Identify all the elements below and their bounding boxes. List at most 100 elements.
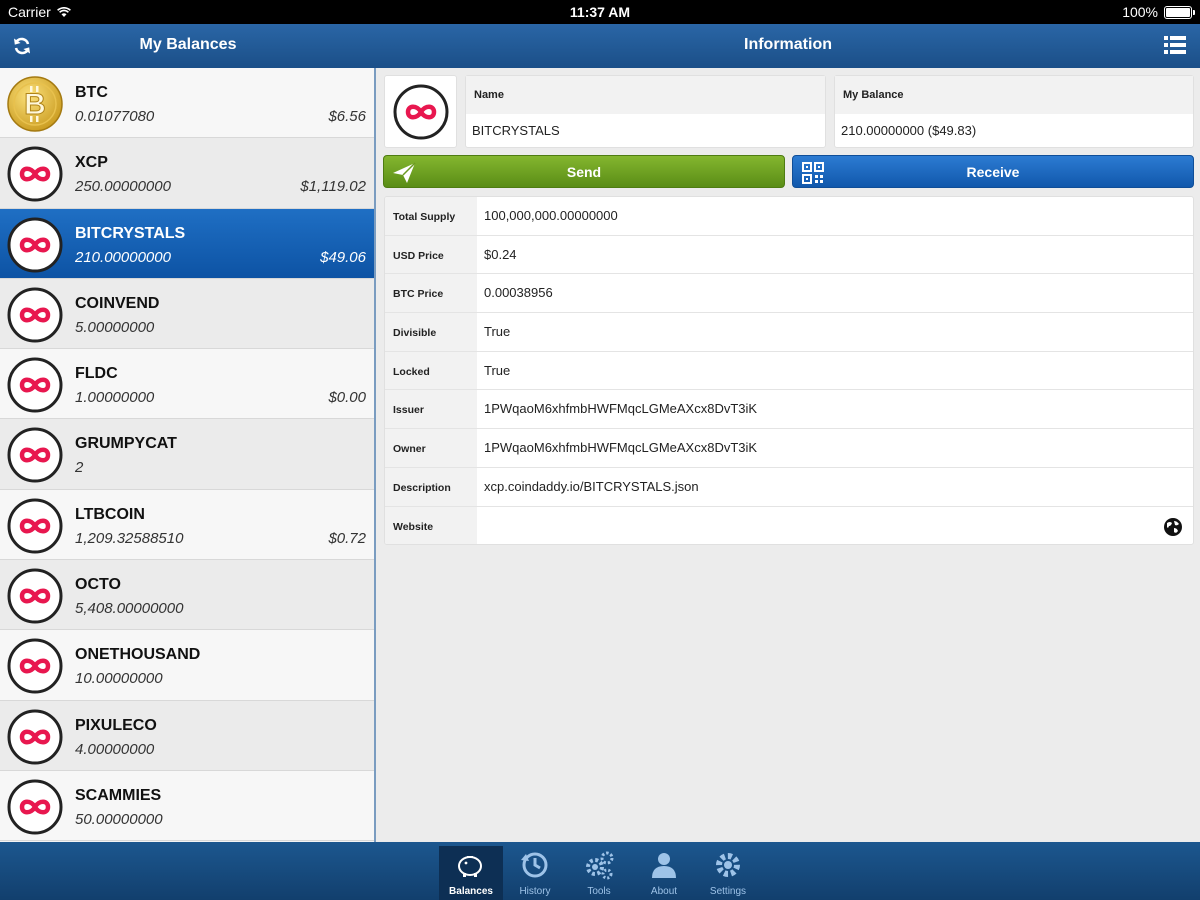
- info-key: Owner: [385, 429, 477, 467]
- asset-info-table: Total Supply 100,000,000.00000000 USD Pric…: [384, 196, 1194, 545]
- person-icon: [652, 853, 676, 878]
- my-balance-field: My Balance 210.00000000 ($49.83): [834, 75, 1194, 148]
- info-key: Issuer: [385, 390, 477, 429]
- counterparty-icon: [7, 357, 63, 413]
- info-value: 1PWqaoM6xhfmbHWFMqcLGMeAXcx8DvT3iK: [484, 440, 758, 456]
- balance-row[interactable]: OCTO 5,408.00000000: [0, 560, 374, 631]
- tab-label: Settings: [709, 886, 747, 897]
- asset-usd-value: $1,119.02: [300, 178, 366, 196]
- piggy-bank-icon: [458, 856, 482, 877]
- info-key: Description: [385, 467, 477, 506]
- globe-icon[interactable]: [1163, 517, 1183, 537]
- info-value: True: [484, 324, 511, 340]
- tab-about[interactable]: About: [632, 846, 696, 900]
- info-row: USD Price $0.24: [385, 235, 1193, 275]
- my-balance-label: My Balance: [835, 76, 1193, 114]
- send-button[interactable]: Send: [383, 155, 785, 188]
- info-key: Locked: [385, 351, 477, 390]
- battery-icon: [1164, 5, 1195, 19]
- receive-button[interactable]: Receive: [792, 155, 1194, 188]
- info-key: Website: [385, 506, 477, 544]
- asset-quantity: 2: [75, 459, 84, 477]
- asset-symbol: GRUMPYCAT: [75, 435, 177, 453]
- status-bar: Carrier 11:37 AM 100%: [0, 0, 1200, 24]
- bitcoin-icon: B: [7, 76, 63, 132]
- balance-row[interactable]: LTBCOIN 1,209.32588510 $0.72: [0, 489, 374, 561]
- tab-balances[interactable]: Balances: [439, 846, 503, 900]
- asset-symbol: BITCRYSTALS: [75, 224, 186, 242]
- asset-symbol: LTBCOIN: [75, 505, 145, 523]
- asset-quantity: 1,209.32588510: [75, 529, 184, 547]
- counterparty-icon: [393, 84, 449, 140]
- asset-symbol: BTC: [75, 84, 108, 101]
- balance-row[interactable]: XCP 250.00000000 $1,119.02: [0, 138, 374, 209]
- name-field: Name BITCRYSTALS: [465, 75, 826, 148]
- info-value: xcp.coindaddy.io/BITCRYSTALS.json: [484, 478, 699, 494]
- asset-symbol: ONETHOUSAND: [75, 646, 201, 664]
- asset-quantity: 0.01077080: [75, 108, 155, 125]
- info-value: 0.00038956: [484, 285, 553, 301]
- balances-nav-bar: My Balances: [0, 24, 376, 68]
- asset-quantity: 50.00000000: [75, 810, 163, 828]
- balance-row[interactable]: BITCRYSTALS 210.00000000 $49.06: [0, 208, 374, 279]
- asset-quantity: 4.00000000: [75, 740, 155, 758]
- info-row: Website: [385, 506, 1193, 544]
- send-label: Send: [566, 163, 602, 180]
- my-balance-value: 210.00000000 ($49.83): [841, 123, 977, 138]
- balance-row[interactable]: COINVEND 5.00000000: [0, 278, 374, 350]
- asset-quantity: 10.00000000: [75, 670, 163, 688]
- battery-percent: 100%: [1122, 4, 1158, 20]
- paper-plane-icon: [393, 162, 416, 183]
- gear-icon: [716, 853, 740, 877]
- counterparty-icon: [7, 638, 63, 694]
- tab-settings[interactable]: Settings: [696, 846, 760, 900]
- asset-quantity: 1.00000000: [75, 389, 155, 407]
- list-menu-button[interactable]: [1164, 35, 1188, 57]
- asset-symbol: PIXULECO: [75, 716, 157, 734]
- balance-row[interactable]: FLDC 1.00000000 $0.00: [0, 349, 374, 420]
- counterparty-icon: [7, 217, 63, 273]
- name-value: BITCRYSTALS: [472, 123, 560, 138]
- asset-logo-card: [384, 75, 457, 148]
- asset-symbol: COINVEND: [75, 294, 160, 312]
- svg-text:B: B: [24, 88, 46, 121]
- asset-symbol: SCAMMIES: [75, 786, 162, 804]
- info-row: Total Supply 100,000,000.00000000: [385, 197, 1193, 236]
- tab-label: About: [650, 886, 678, 897]
- info-row: BTC Price 0.00038956: [385, 274, 1193, 314]
- balance-row[interactable]: PIXULECO 4.00000000: [0, 700, 374, 771]
- tab-history[interactable]: History: [503, 846, 567, 900]
- info-key: BTC Price: [385, 274, 477, 313]
- tab-bar: Balances History Tools About Settings: [0, 842, 1200, 900]
- info-row: Description xcp.coindaddy.io/BITCRYSTALS.…: [385, 467, 1193, 507]
- name-label: Name: [466, 76, 825, 114]
- info-value: True: [484, 362, 511, 378]
- qr-code-icon: [802, 162, 824, 184]
- information-nav-bar: Information: [376, 24, 1200, 68]
- info-row: Divisible True: [385, 313, 1193, 352]
- asset-usd-value: $49.06: [320, 248, 366, 266]
- counterparty-icon: [7, 427, 63, 483]
- information-title: Information: [744, 36, 832, 53]
- tab-label: Tools: [587, 886, 611, 897]
- asset-symbol: OCTO: [75, 576, 121, 594]
- asset-usd-value: $0.00: [328, 389, 366, 407]
- counterparty-icon: [7, 498, 63, 554]
- counterparty-icon: [7, 287, 63, 343]
- history-icon: [521, 852, 548, 878]
- balance-row[interactable]: ONETHOUSAND 10.00000000: [0, 630, 374, 701]
- balance-list: B BTC 0.01077080 $6.56 XCP 250.00000000 $1,119…: [0, 68, 376, 842]
- asset-quantity: 5.00000000: [75, 318, 155, 336]
- info-value: $0.24: [484, 246, 517, 262]
- balance-row[interactable]: B BTC 0.01077080 $6.56: [0, 68, 374, 139]
- tab-label: History: [519, 886, 551, 897]
- tab-tools[interactable]: Tools: [567, 846, 631, 900]
- balance-row[interactable]: SCAMMIES 50.00000000: [0, 770, 374, 842]
- balance-row[interactable]: GRUMPYCAT 2: [0, 419, 374, 490]
- clock: 11:37 AM: [569, 4, 631, 20]
- balances-title: My Balances: [139, 36, 237, 53]
- info-row: Owner 1PWqaoM6xhfmbHWFMqcLGMeAXcx8DvT3iK: [385, 429, 1193, 468]
- list-menu-icon: [1164, 36, 1186, 54]
- counterparty-icon: [7, 146, 63, 202]
- info-key: Total Supply: [385, 197, 477, 235]
